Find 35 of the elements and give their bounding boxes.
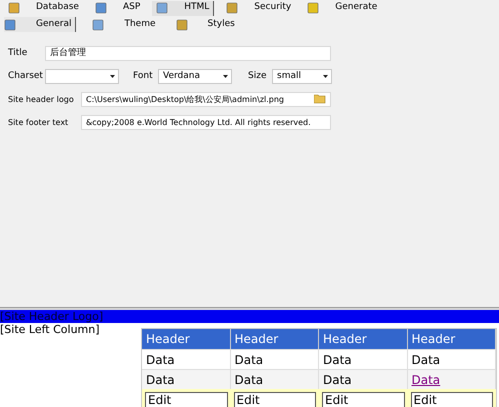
field-label: Charset — [8, 70, 44, 83]
tab[interactable]: Database — [4, 0, 83, 16]
left-column-label: [Site Left Column] — [0, 323, 101, 338]
tab[interactable]: General — [4, 17, 76, 32]
field-label: Size — [248, 70, 268, 83]
tab[interactable]: Security — [222, 0, 296, 16]
size-select[interactable]: small — [272, 69, 332, 84]
tab[interactable]: Generate — [303, 0, 382, 16]
folder-icon[interactable] — [314, 93, 326, 104]
tab-icon — [156, 2, 168, 14]
edit-field[interactable]: Edit — [234, 392, 316, 407]
tab-icon — [176, 18, 188, 30]
charset-select[interactable] — [45, 69, 119, 84]
tab-icon — [307, 2, 320, 14]
title-field[interactable]: 后台管理 — [45, 46, 331, 61]
field-label: Site header logo — [8, 94, 75, 106]
tab-icon — [8, 2, 20, 14]
tab-icon — [92, 18, 104, 30]
font-select[interactable]: Verdana — [158, 69, 232, 84]
edit-field[interactable]: Edit — [145, 392, 228, 407]
edit-field[interactable]: Edit — [410, 392, 493, 407]
site-header-bar: [Site Header Logo] — [0, 310, 499, 323]
tab-icon — [4, 18, 16, 30]
tab-icon — [94, 2, 107, 14]
field-label: Site footer text — [8, 116, 70, 128]
tab[interactable]: ASP — [90, 0, 144, 16]
tab[interactable]: Styles — [176, 17, 239, 32]
logo-path-field[interactable]: C:\Users\wuling\Desktop\给我\公安局\admin\zl.png — [81, 92, 331, 107]
field-label: Title — [8, 46, 28, 60]
tab[interactable]: Theme — [92, 17, 160, 32]
footer-text-field[interactable]: &copy;2008 e.World Technology Ltd. All rights reserved. — [81, 115, 331, 130]
edit-field[interactable]: Edit — [322, 392, 404, 407]
tab[interactable]: HTML — [152, 0, 214, 16]
field-label: Font — [133, 70, 154, 83]
tab-icon — [226, 2, 238, 14]
